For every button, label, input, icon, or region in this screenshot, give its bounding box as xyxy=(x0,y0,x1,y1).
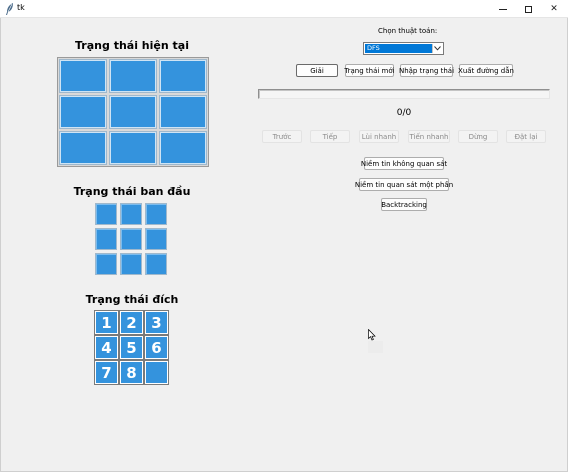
reset-button[interactable]: Đặt lại xyxy=(506,130,546,143)
current-state-board xyxy=(57,57,209,167)
goal-state-tile: 4 xyxy=(95,336,118,359)
feather-icon xyxy=(6,3,13,15)
initial-state-board xyxy=(95,203,167,275)
window-title: tk xyxy=(17,3,25,12)
belief-partial-button[interactable]: Niềm tin quan sát một phần xyxy=(355,178,453,191)
current-state-tile xyxy=(159,95,207,129)
belief-unobserved-button[interactable]: Niềm tin không quan sát xyxy=(361,157,447,170)
algorithm-selected-value: DFS xyxy=(365,44,432,53)
initial-state-tile xyxy=(145,253,167,275)
current-state-title: Trạng thái hiện tại xyxy=(75,39,189,52)
goal-state-tile: 1 xyxy=(95,311,118,334)
goal-state-tile: 6 xyxy=(145,336,168,359)
current-state-tile xyxy=(159,59,207,93)
algorithm-label: Chọn thuật toán: xyxy=(378,27,438,35)
maximize-icon xyxy=(524,5,532,13)
current-state-tile xyxy=(109,59,157,93)
initial-state-tile xyxy=(95,253,117,275)
title-bar: tk ✕ xyxy=(0,0,568,18)
goal-state-board: 123 456 78 xyxy=(95,311,168,384)
mouse-pointer-icon xyxy=(368,329,376,341)
goal-state-tile: 7 xyxy=(95,361,118,384)
goal-state-title: Trạng thái đích xyxy=(85,293,179,306)
goal-state-tile: 2 xyxy=(120,311,143,334)
next-step-button[interactable]: Tiếp xyxy=(310,130,350,143)
goal-state-tile: 5 xyxy=(120,336,143,359)
input-state-button[interactable]: Nhập trạng thái xyxy=(399,64,454,77)
minimize-icon xyxy=(499,8,507,10)
close-button[interactable]: ✕ xyxy=(541,0,567,18)
stop-button[interactable]: Dừng xyxy=(458,130,498,143)
backtracking-button[interactable]: Backtracking xyxy=(381,198,427,211)
initial-state-tile xyxy=(95,228,117,250)
current-state-tile xyxy=(159,131,207,165)
close-icon: ✕ xyxy=(550,4,558,14)
chevron-down-icon[interactable] xyxy=(432,44,442,53)
current-state-tile xyxy=(109,131,157,165)
maximize-button[interactable] xyxy=(515,0,541,18)
current-state-tile xyxy=(59,95,107,129)
fast-forward-button[interactable]: Tiến nhanh xyxy=(408,130,450,143)
step-counter: 0/0 xyxy=(396,108,412,118)
current-state-tile xyxy=(59,59,107,93)
solution-progress-bar xyxy=(258,89,550,99)
export-path-button[interactable]: Xuất đường dẫn xyxy=(458,64,514,77)
goal-state-tile: 3 xyxy=(145,311,168,334)
initial-state-tile xyxy=(145,203,167,225)
initial-state-tile xyxy=(145,228,167,250)
minimize-button[interactable] xyxy=(490,0,516,18)
initial-state-tile xyxy=(120,253,142,275)
initial-state-tile xyxy=(120,228,142,250)
previous-step-button[interactable]: Trước xyxy=(262,130,302,143)
current-state-tile xyxy=(109,95,157,129)
algorithm-select[interactable]: DFS xyxy=(363,42,444,55)
new-state-button[interactable]: Trạng thái mới xyxy=(344,64,395,77)
initial-state-title: Trạng thái ban đầu xyxy=(73,185,191,198)
solve-button[interactable]: Giải xyxy=(296,64,338,77)
initial-state-tile xyxy=(120,203,142,225)
goal-state-tile xyxy=(145,361,168,384)
goal-state-tile: 8 xyxy=(120,361,143,384)
rewind-button[interactable]: Lùi nhanh xyxy=(359,130,399,143)
empty-canvas-area xyxy=(368,341,383,353)
initial-state-tile xyxy=(95,203,117,225)
current-state-tile xyxy=(59,131,107,165)
